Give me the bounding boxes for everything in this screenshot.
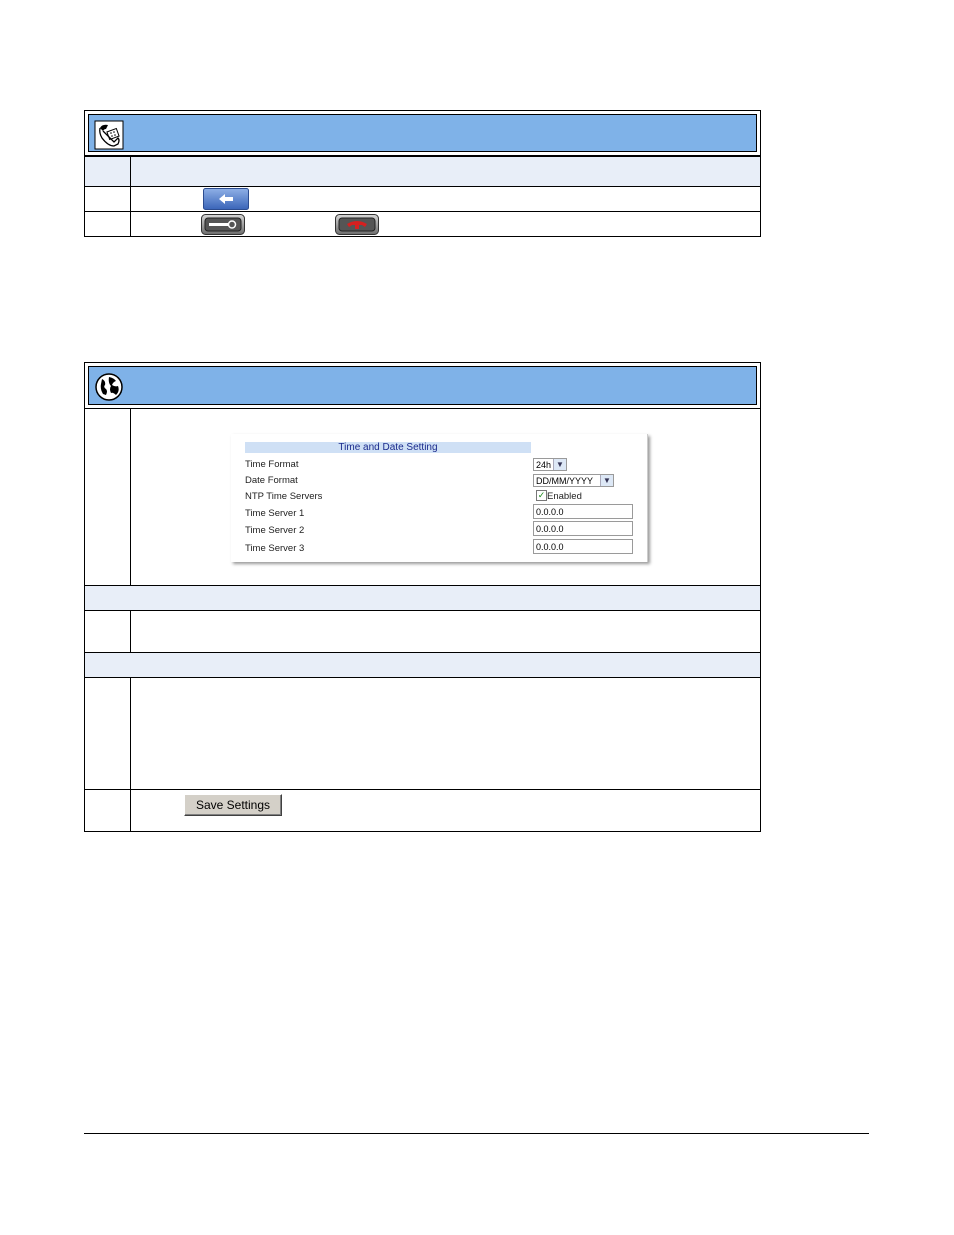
web-ui-section-row [84, 653, 761, 678]
panel-title: Time and Date Setting [245, 442, 531, 453]
date-format-select[interactable]: DD/MM/YYYY ▼ [533, 474, 614, 487]
web-ui-section-row [84, 586, 761, 611]
left-arrow-key-icon[interactable] [203, 188, 249, 210]
globe-icon [95, 373, 123, 401]
web-ui-step-row [84, 611, 761, 653]
ntp-enabled-label: Enabled [547, 491, 582, 502]
time-server-3-label: Time Server 3 [245, 543, 305, 554]
phone-ui-step-row [84, 212, 761, 237]
footer-divider [84, 1133, 869, 1134]
phone-icon [94, 120, 124, 150]
time-format-label: Time Format [245, 459, 299, 470]
phone-ui-header [84, 110, 761, 156]
time-server-1-label: Time Server 1 [245, 508, 305, 519]
time-date-settings-panel: Time and Date Setting Time Format 24h ▼ … [231, 434, 648, 562]
time-server-1-input[interactable]: 0.0.0.0 [533, 504, 633, 519]
web-ui-step-row [84, 678, 761, 790]
goodbye-key-icon[interactable] [335, 214, 379, 235]
web-ui-step-row: Save Settings [84, 790, 761, 832]
phone-ui-step-row [84, 187, 761, 212]
web-ui-step-row: Time and Date Setting Time Format 24h ▼ … [84, 409, 761, 586]
ntp-time-servers-label: NTP Time Servers [245, 491, 323, 502]
phone-ui-table [84, 110, 761, 237]
ntp-enabled-checkbox[interactable]: ✓ [536, 490, 547, 501]
chevron-down-icon: ▼ [600, 475, 613, 486]
save-settings-button[interactable]: Save Settings [184, 794, 282, 816]
date-format-label: Date Format [245, 475, 298, 486]
web-ui-header [84, 362, 761, 409]
time-server-2-label: Time Server 2 [245, 525, 305, 536]
options-key-icon[interactable] [201, 214, 245, 235]
time-server-3-input[interactable]: 0.0.0.0 [533, 539, 633, 554]
phone-ui-subheader-row [84, 156, 761, 187]
time-server-2-input[interactable]: 0.0.0.0 [533, 521, 633, 536]
web-ui-table: Time and Date Setting Time Format 24h ▼ … [84, 362, 761, 832]
time-format-select[interactable]: 24h ▼ [533, 458, 567, 471]
chevron-down-icon: ▼ [553, 459, 566, 470]
